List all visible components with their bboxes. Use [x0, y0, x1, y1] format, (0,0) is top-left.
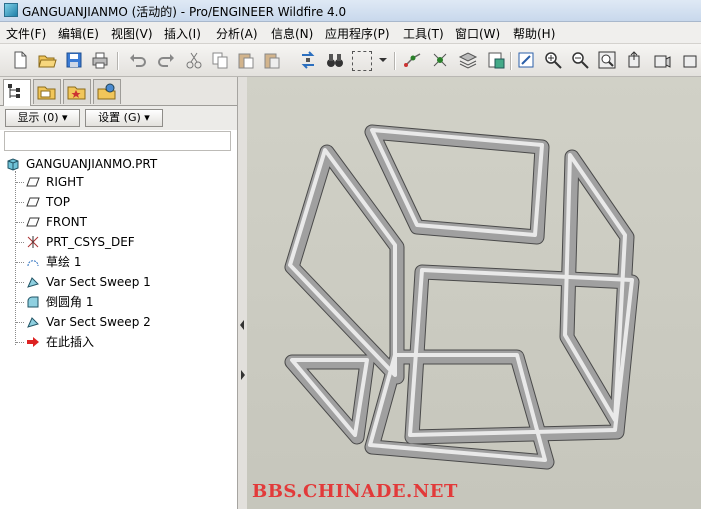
- repaint-icon[interactable]: [516, 50, 536, 70]
- sketch-icon: [27, 260, 39, 267]
- coordinate-system-icon: [27, 236, 39, 248]
- tree-connector: [16, 222, 24, 223]
- tree-connector: [16, 262, 24, 263]
- tree-item-label: Var Sect Sweep 2: [46, 315, 151, 329]
- tube-frame-model: [284, 124, 640, 470]
- menu-edit[interactable]: 编辑(E): [58, 25, 99, 42]
- navigator-panel: 显示 (0) ▾ 设置 (G) ▾ GANGUANJIANMO.PRT RIGH…: [0, 77, 238, 509]
- tree-item-label: RIGHT: [46, 175, 84, 189]
- settings-dropdown-label: 设置 (G): [98, 111, 141, 124]
- print-icon[interactable]: [90, 50, 110, 70]
- zoom-in-icon[interactable]: [543, 50, 563, 70]
- model-tree-icon: [8, 84, 20, 98]
- menu-insert[interactable]: 插入(I): [164, 25, 201, 42]
- datum-axis-icon[interactable]: [403, 50, 423, 70]
- tab-folder-browser[interactable]: [33, 79, 61, 104]
- layers-icon[interactable]: [458, 50, 478, 70]
- tree-root-label: GANGUANJIANMO.PRT: [26, 157, 158, 171]
- tree-item-label: PRT_CSYS_DEF: [46, 235, 135, 249]
- app-icon: [4, 3, 18, 17]
- round-icon: [27, 296, 39, 308]
- tree-filter-bar: 显示 (0) ▾ 设置 (G) ▾: [0, 106, 237, 130]
- paste-special-icon[interactable]: [262, 50, 282, 70]
- folder-browser-icon: [37, 86, 56, 100]
- save-icon[interactable]: [64, 50, 84, 70]
- tree-item-label: 草绘 1: [46, 255, 82, 269]
- panel-splitter[interactable]: [238, 77, 247, 509]
- datum-plane-icon: [26, 177, 40, 187]
- datum-plane-icon: [26, 217, 40, 227]
- menu-applications[interactable]: 应用程序(P): [325, 25, 390, 42]
- tree-connector: [16, 182, 24, 183]
- reorient-icon[interactable]: [624, 50, 644, 70]
- menu-info[interactable]: 信息(N): [271, 25, 313, 42]
- watermark: BBS.CHINADE.NET: [252, 481, 458, 502]
- connections-icon: [97, 83, 116, 100]
- menu-help[interactable]: 帮助(H): [513, 25, 555, 42]
- toolbar-separator: [117, 52, 119, 70]
- navigator-tabs: [0, 77, 237, 106]
- saved-views-icon[interactable]: [652, 50, 672, 70]
- toolbar-separator: [394, 52, 396, 70]
- selection-box-icon[interactable]: [352, 51, 372, 71]
- tree-connector: [16, 242, 24, 243]
- sweep-icon: [27, 277, 39, 288]
- part-icon: [7, 158, 19, 171]
- settings-dropdown[interactable]: 设置 (G) ▾: [85, 109, 163, 127]
- favorites-icon: [67, 86, 86, 100]
- menu-view[interactable]: 视图(V): [111, 25, 153, 42]
- tree-item-label: TOP: [46, 195, 71, 209]
- menu-window[interactable]: 窗口(W): [455, 25, 500, 42]
- view-orientation-icon[interactable]: [680, 50, 700, 70]
- menu-file[interactable]: 文件(F): [6, 25, 46, 42]
- tree-item-label: FRONT: [46, 215, 87, 229]
- tree-connector: [16, 282, 24, 283]
- chevron-down-icon: ▾: [144, 111, 150, 124]
- menu-tools[interactable]: 工具(T): [403, 25, 444, 42]
- collapse-left-icon[interactable]: [239, 319, 246, 331]
- datum-plane-icon: [26, 197, 40, 207]
- redo-icon[interactable]: [156, 50, 176, 70]
- window-title: GANGUANJIANMO (活动的) - Pro/ENGINEER Wildf…: [22, 5, 347, 19]
- insert-arrow-icon: [27, 337, 39, 347]
- datum-point-icon[interactable]: [430, 50, 450, 70]
- toolbar-separator: [510, 52, 512, 70]
- tree-item-label: 在此插入: [46, 335, 95, 349]
- tree-search-field[interactable]: [4, 131, 231, 151]
- toolbar: [0, 44, 701, 77]
- tree-connector: [16, 202, 24, 203]
- tree-connector: [16, 342, 24, 343]
- expand-right-icon[interactable]: [240, 369, 247, 381]
- show-dropdown-label: 显示 (0): [17, 111, 59, 124]
- menu-bar: 文件(F) 编辑(E) 视图(V) 插入(I) 分析(A) 信息(N) 应用程序…: [0, 22, 701, 44]
- copy-icon[interactable]: [210, 50, 230, 70]
- refit-icon[interactable]: [597, 50, 617, 70]
- chevron-down-icon[interactable]: [377, 50, 389, 70]
- tree-item-label: 倒圆角 1: [46, 295, 94, 309]
- graphics-window[interactable]: [247, 77, 701, 509]
- zoom-out-icon[interactable]: [570, 50, 590, 70]
- tree-connector: [15, 171, 16, 345]
- tab-model-tree[interactable]: [3, 79, 31, 106]
- new-file-icon[interactable]: [10, 50, 30, 70]
- menu-analysis[interactable]: 分析(A): [216, 25, 258, 42]
- tree-connector: [16, 302, 24, 303]
- open-folder-icon[interactable]: [37, 50, 57, 70]
- show-dropdown[interactable]: 显示 (0) ▾: [5, 109, 80, 127]
- regenerate-icon[interactable]: [298, 50, 318, 70]
- model-tree-save-icon[interactable]: [486, 50, 506, 70]
- tab-connections[interactable]: [93, 79, 121, 104]
- tree-connector: [16, 322, 24, 323]
- chevron-down-icon: ▾: [62, 111, 68, 124]
- paste-icon[interactable]: [236, 50, 256, 70]
- find-binoculars-icon[interactable]: [325, 50, 345, 70]
- tab-favorites[interactable]: [63, 79, 91, 104]
- tree-item-label: Var Sect Sweep 1: [46, 275, 151, 289]
- title-bar: GANGUANJIANMO (活动的) - Pro/ENGINEER Wildf…: [0, 0, 701, 22]
- cut-icon[interactable]: [184, 50, 204, 70]
- undo-icon[interactable]: [128, 50, 148, 70]
- sweep-icon: [27, 317, 39, 328]
